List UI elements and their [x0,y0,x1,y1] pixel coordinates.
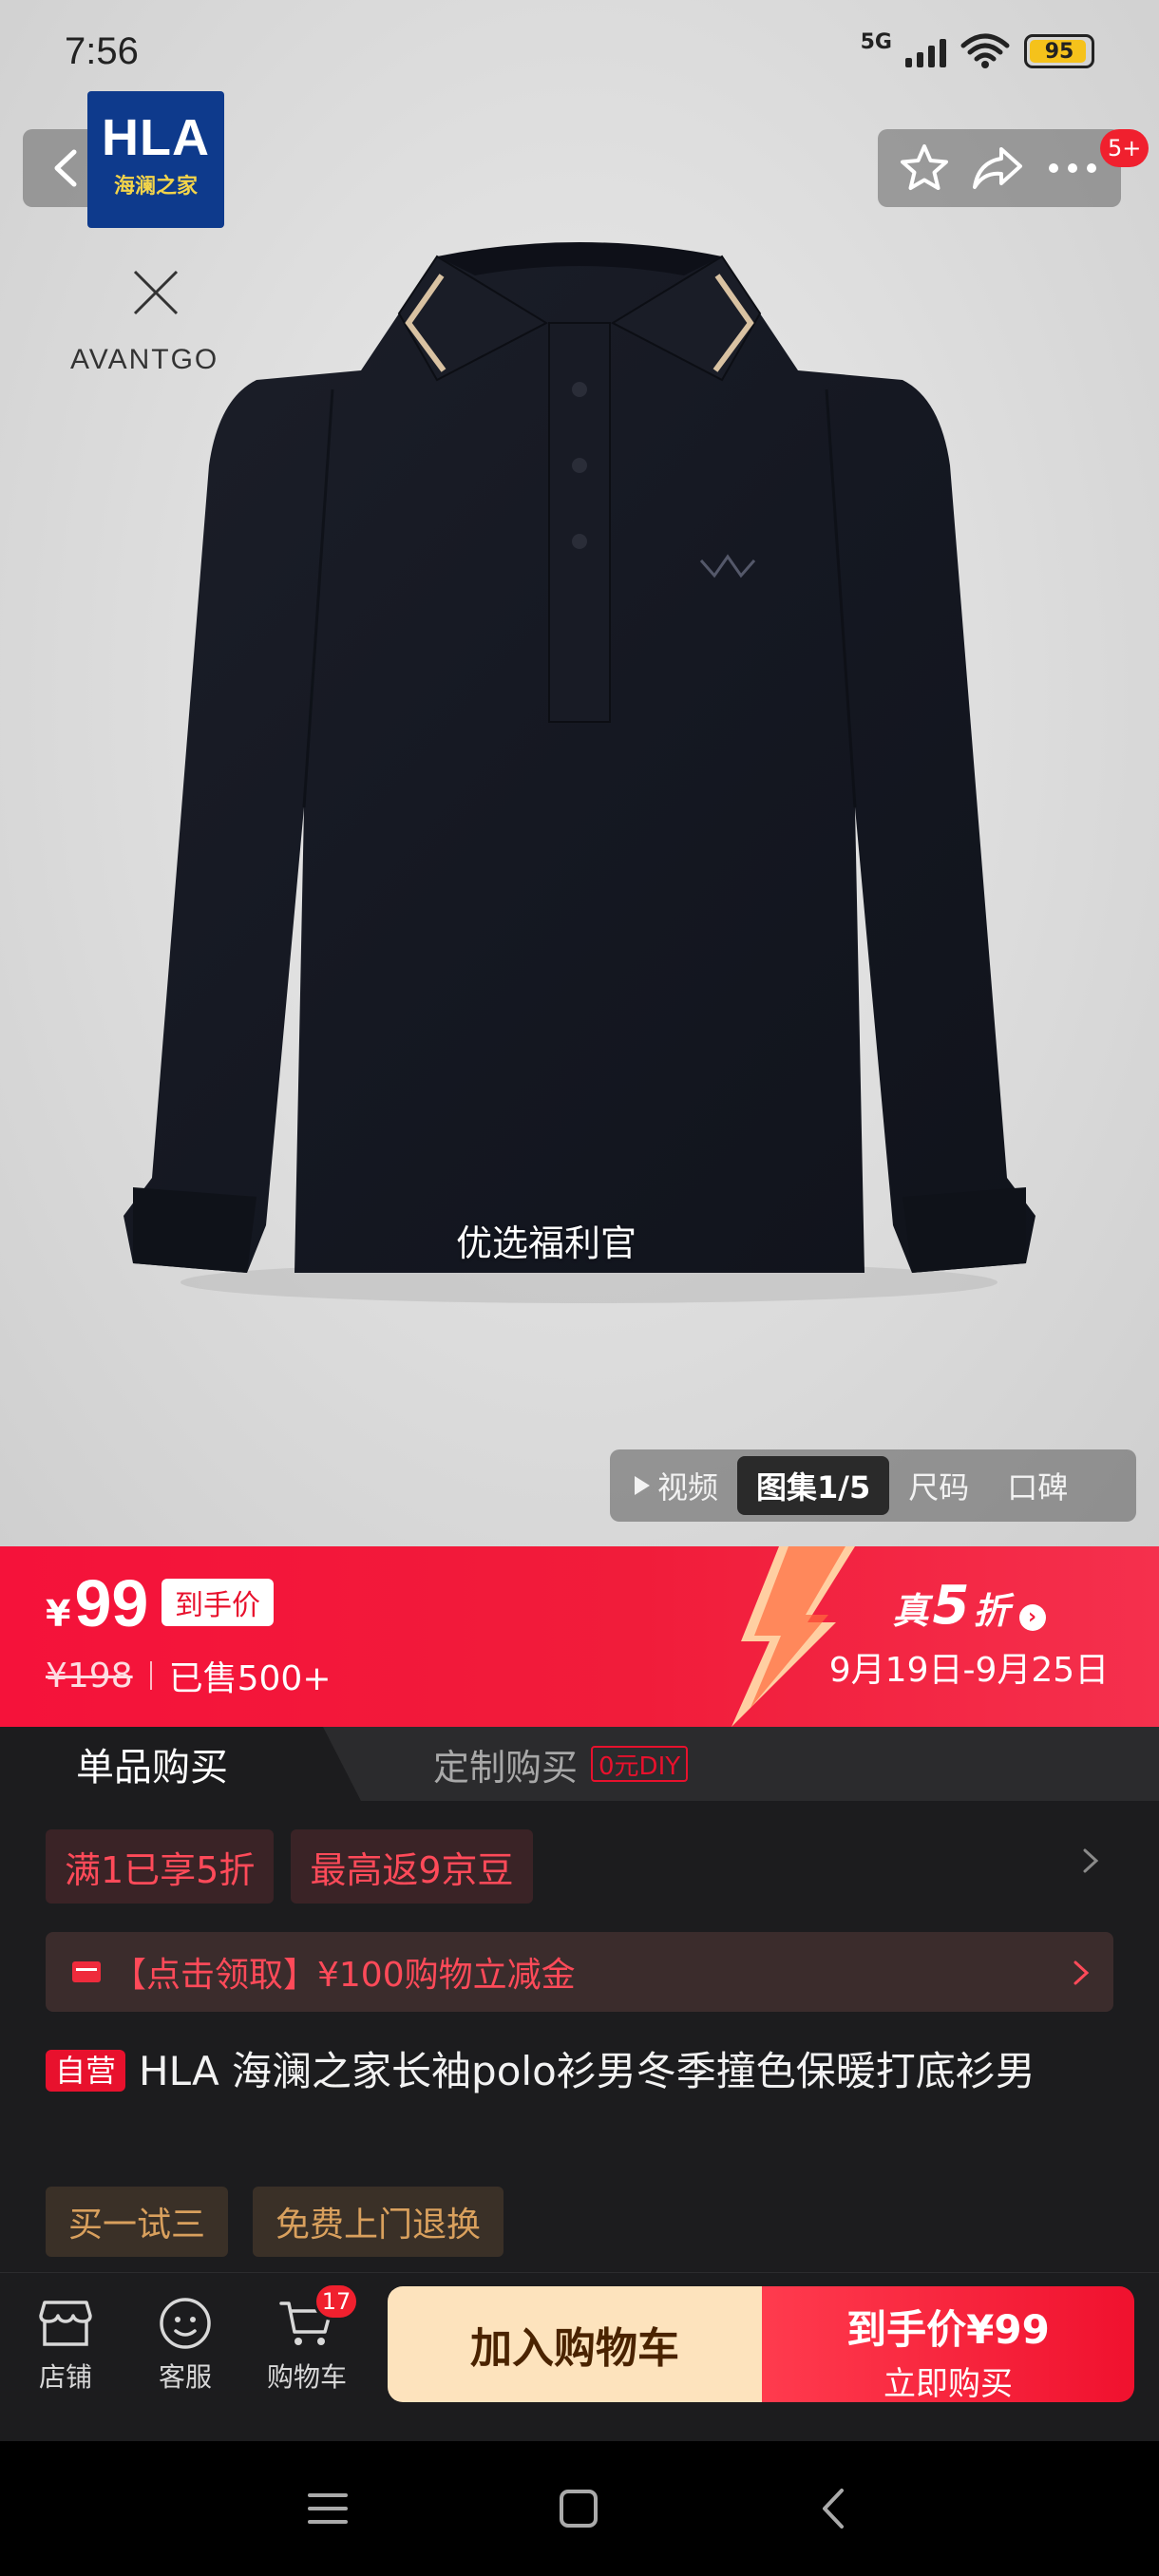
tab-custom-label: 定制购买 [433,1746,579,1789]
buy-now-label: 立即购买 [884,2365,1013,2403]
promo-title: 真 5 折 › [779,1575,1159,1637]
original-price: ¥198 [46,1656,133,1695]
menu-icon[interactable] [306,2487,350,2530]
cart-button[interactable]: 购物车 17 [255,2282,359,2395]
red-packet-icon [72,1961,101,1982]
tab-video[interactable]: 视频 [616,1456,737,1515]
promo-dates: 9月19日-9月25日 [828,1651,1110,1690]
promo-prefix: 真 [892,1590,929,1632]
service-tag[interactable]: 买一试三 [46,2187,229,2257]
wifi-icon [960,33,1010,68]
notification-badge: 5+ [1100,129,1150,167]
cash-coupon-text: 【点击领取】¥100购物立减金 [112,1956,576,1995]
tab-video-label: 视频 [657,1469,719,1506]
purchase-type-tabs: 单品购买 定制购买 0元DIY [0,1727,1159,1801]
cash-coupon-banner[interactable]: 【点击领取】¥100购物立减金 [46,1932,1113,2012]
tab-custom-purchase[interactable]: 定制购买 0元DIY [433,1727,689,1801]
brand-logo-text: HLA [102,109,210,166]
store-icon [39,2301,92,2346]
service-tag[interactable]: 免费上门退换 [253,2187,504,2257]
network-type: 5G [860,29,892,54]
star-icon[interactable] [898,142,951,195]
brand-logo: HLA 海澜之家 [87,91,224,228]
home-icon[interactable] [557,2487,600,2530]
product-title: 自营 HLA 海澜之家长袖polo衫男冬季撞色保暖打底衫男 [46,2042,1119,2101]
product-image-gallery[interactable]: 7:56 5G 95 HLA 海澜之家 AVANTGO 5+ 优选福利官 视频 … [0,0,1159,1546]
product-title-text: HLA 海澜之家长袖polo衫男冬季撞色保暖打底衫男 [139,2048,1036,2094]
sold-count: 已售500+ [168,1659,332,1698]
chevron-right-icon [1074,1960,1090,1985]
signal-icon [905,35,946,67]
tab-reviews[interactable]: 口碑 [988,1456,1087,1515]
diy-badge: 0元DIY [591,1746,689,1782]
service-label: 客服 [158,2361,212,2393]
tab-size[interactable]: 尺码 [889,1456,988,1515]
promo-number: 5 [932,1575,970,1637]
buy-now-button[interactable]: 到手价¥99 立即购买 [762,2286,1134,2403]
current-price: ¥ 99 [46,1565,148,1641]
share-icon[interactable] [971,142,1024,195]
store-button[interactable]: 店铺 [13,2290,118,2395]
status-icons: 5G 95 [860,29,1094,70]
cart-label: 购物车 [266,2361,347,2393]
bottom-action-bar: 店铺 客服 购物车 17 加入购物车 到手价¥99 立即购买 [0,2272,1159,2441]
media-tabs: 视频 图集1/5 尺码 口碑 [610,1449,1136,1522]
battery-level: 95 [1044,39,1074,64]
product-photo [124,242,1036,1303]
self-operated-tag: 自营 [46,2050,126,2092]
system-nav-bar [0,2441,1159,2576]
promo-discount[interactable]: 真 5 折 › 9月19日-9月25日 [779,1546,1159,1727]
chevron-right-icon: › [1018,1603,1046,1631]
battery-icon: 95 [1024,34,1094,68]
product-info: 单品购买 定制购买 0元DIY 满1已享5折 最高返9京豆 【点击领取】¥100… [0,1727,1159,2272]
tab-single-purchase[interactable]: 单品购买 [0,1727,361,1801]
currency-symbol: ¥ [46,1593,71,1635]
promo-suffix: 折 [973,1590,1010,1632]
current-price-value: 99 [74,1566,149,1640]
coupon-tag[interactable]: 最高返9京豆 [291,1829,533,1904]
coupon-tag[interactable]: 满1已享5折 [46,1829,275,1904]
chevron-right-icon[interactable] [1079,1845,1102,1877]
price-banner: ¥ 99 到手价 ¥198 已售500+ 真 5 折 › 9月19日-9月25日 [0,1546,1159,1727]
tab-gallery[interactable]: 图集1/5 [737,1456,890,1515]
divider [149,1661,152,1690]
status-time: 7:56 [65,30,139,72]
customer-service-button[interactable]: 客服 [133,2290,238,2395]
customer-service-icon [160,2298,211,2349]
final-price-tag: 到手价 [162,1579,274,1626]
more-icon[interactable] [1044,142,1101,195]
coupon-list[interactable]: 满1已享5折 最高返9京豆 [46,1829,533,1904]
image-watermark: 优选福利官 [455,1222,636,1264]
cart-count-badge: 17 [314,2282,359,2320]
store-label: 店铺 [38,2361,92,2393]
status-bar: 7:56 5G 95 [0,0,1159,104]
brand-logo-subtext: 海澜之家 [113,175,198,199]
chevron-left-icon [54,149,77,187]
price-details: ¥198 已售500+ [46,1651,332,1700]
buy-now-price: 到手价¥99 [846,2306,1050,2353]
add-to-cart-button[interactable]: 加入购物车 [388,2286,762,2402]
service-tags: 买一试三 免费上门退换 [46,2187,504,2257]
play-icon [635,1476,650,1495]
back-icon[interactable] [813,2487,857,2530]
header-actions [878,129,1121,207]
